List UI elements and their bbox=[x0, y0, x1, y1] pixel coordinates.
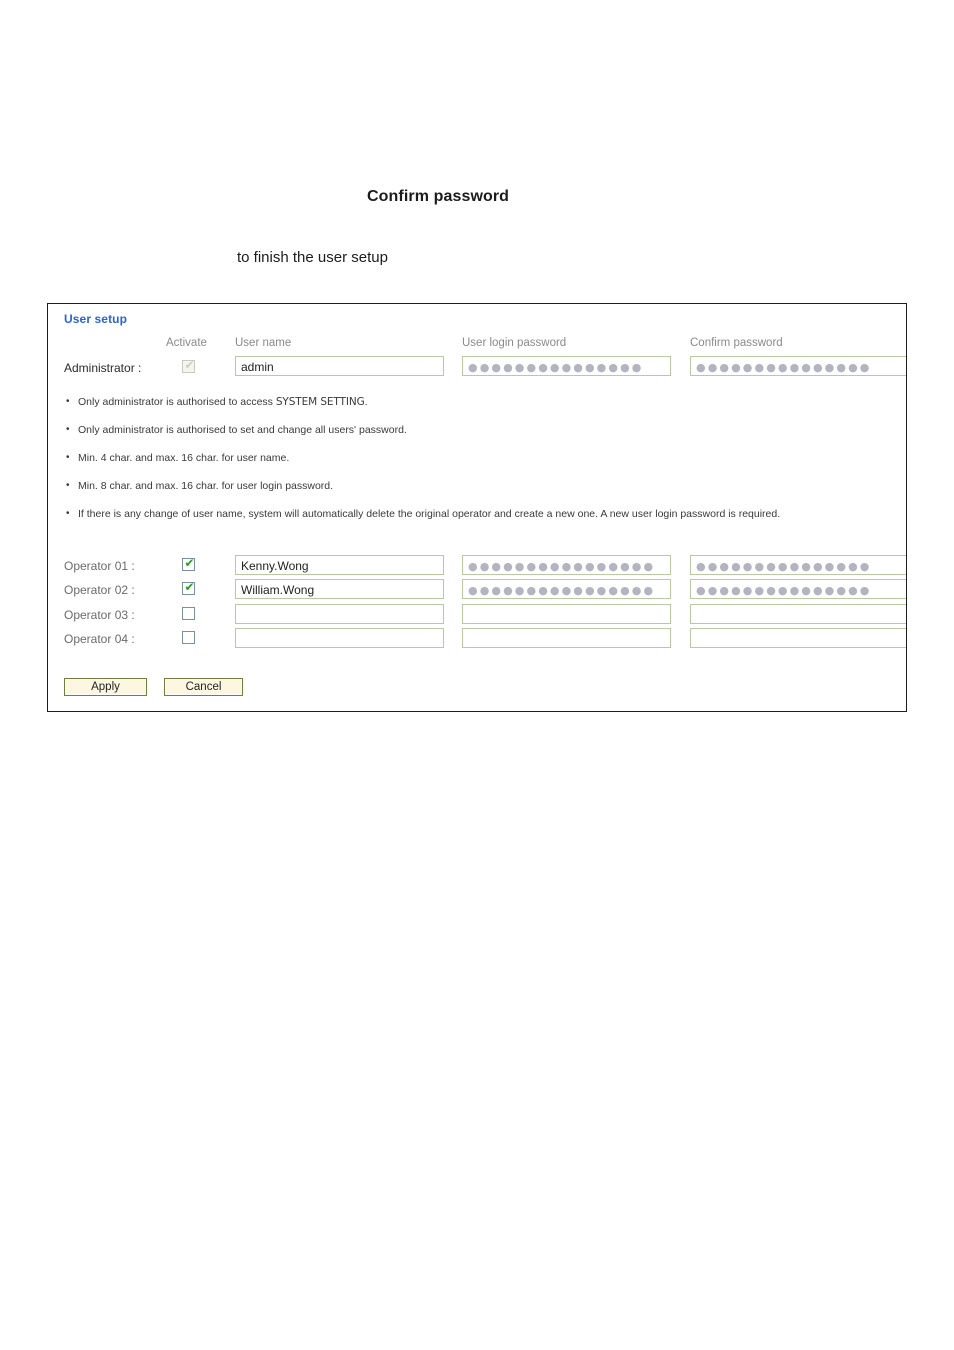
administrator-confirm-password-input[interactable]: ●●●●●●●●●●●●●●● bbox=[690, 356, 906, 376]
page-title: Confirm password bbox=[367, 188, 510, 205]
column-header-user-name: User name bbox=[235, 337, 292, 349]
note-item: • Only administrator is authorised to ac… bbox=[66, 396, 368, 408]
row-label-operator-03: Operator 03 : bbox=[64, 608, 135, 622]
check-icon: ✔ bbox=[184, 358, 195, 372]
row-label-operator-04: Operator 04 : bbox=[64, 632, 135, 646]
bullet-icon: • bbox=[66, 424, 70, 435]
panel-title: User setup bbox=[64, 312, 128, 326]
operator-01-confirm-password-input[interactable]: ●●●●●●●●●●●●●●● bbox=[690, 555, 906, 575]
user-setup-panel: User setup Activate User name User login… bbox=[47, 303, 907, 712]
check-icon: ✔ bbox=[184, 556, 195, 570]
row-label-operator-01: Operator 01 : bbox=[64, 559, 135, 573]
operator-03-confirm-password-input[interactable] bbox=[690, 604, 906, 624]
column-header-user-login-password: User login password bbox=[462, 337, 567, 349]
administrator-user-name-input[interactable]: admin bbox=[235, 356, 444, 376]
note-text: Min. 4 char. and max. 16 char. for user … bbox=[78, 452, 290, 464]
row-label-administrator: Administrator : bbox=[64, 361, 142, 375]
bullet-icon: • bbox=[66, 480, 70, 491]
operator-01-user-login-password-input[interactable]: ●●●●●●●●●●●●●●●● bbox=[462, 555, 671, 575]
note-text: If there is any change of user name, sys… bbox=[78, 508, 781, 520]
bullet-icon: • bbox=[66, 452, 70, 463]
note-text: Only administrator is authorised to acce… bbox=[78, 396, 276, 408]
note-text: Min. 8 char. and max. 16 char. for user … bbox=[78, 480, 334, 492]
column-header-confirm-password: Confirm password bbox=[690, 337, 783, 349]
apply-button[interactable]: Apply bbox=[64, 678, 147, 696]
operator-01-activate-checkbox[interactable]: ✔ bbox=[182, 556, 195, 571]
note-emphasis: SYSTEM SETTING bbox=[275, 396, 365, 408]
operator-03-user-name-input[interactable] bbox=[235, 604, 444, 624]
operator-04-user-login-password-input[interactable] bbox=[462, 628, 671, 648]
bullet-icon: • bbox=[66, 396, 70, 407]
note-text: Only administrator is authorised to set … bbox=[78, 424, 407, 436]
page-subtitle: to finish the user setup bbox=[237, 249, 388, 266]
operator-04-user-name-input[interactable] bbox=[235, 628, 444, 648]
note-tail: . bbox=[364, 396, 368, 408]
operator-01-user-name-input[interactable]: Kenny.Wong bbox=[235, 555, 444, 575]
cancel-button[interactable]: Cancel bbox=[164, 678, 243, 696]
operator-02-activate-checkbox[interactable]: ✔ bbox=[182, 580, 195, 595]
note-item: • Min. 4 char. and max. 16 char. for use… bbox=[66, 452, 289, 464]
administrator-activate-checkbox: ✔ bbox=[182, 358, 195, 373]
operator-04-confirm-password-input[interactable] bbox=[690, 628, 906, 648]
operator-04-activate-checkbox[interactable] bbox=[182, 631, 195, 644]
operator-02-user-login-password-input[interactable]: ●●●●●●●●●●●●●●●● bbox=[462, 579, 671, 599]
note-item: • Only administrator is authorised to se… bbox=[66, 424, 407, 436]
check-icon: ✔ bbox=[184, 580, 195, 594]
bullet-icon: • bbox=[66, 508, 70, 519]
column-header-activate: Activate bbox=[166, 337, 207, 349]
note-item: • If there is any change of user name, s… bbox=[66, 508, 780, 520]
administrator-user-login-password-input[interactable]: ●●●●●●●●●●●●●●● bbox=[462, 356, 671, 376]
operator-03-activate-checkbox[interactable] bbox=[182, 607, 195, 620]
operator-02-user-name-input[interactable]: William.Wong bbox=[235, 579, 444, 599]
row-label-operator-02: Operator 02 : bbox=[64, 583, 135, 597]
operator-03-user-login-password-input[interactable] bbox=[462, 604, 671, 624]
note-item: • Min. 8 char. and max. 16 char. for use… bbox=[66, 480, 333, 492]
operator-02-confirm-password-input[interactable]: ●●●●●●●●●●●●●●● bbox=[690, 579, 906, 599]
